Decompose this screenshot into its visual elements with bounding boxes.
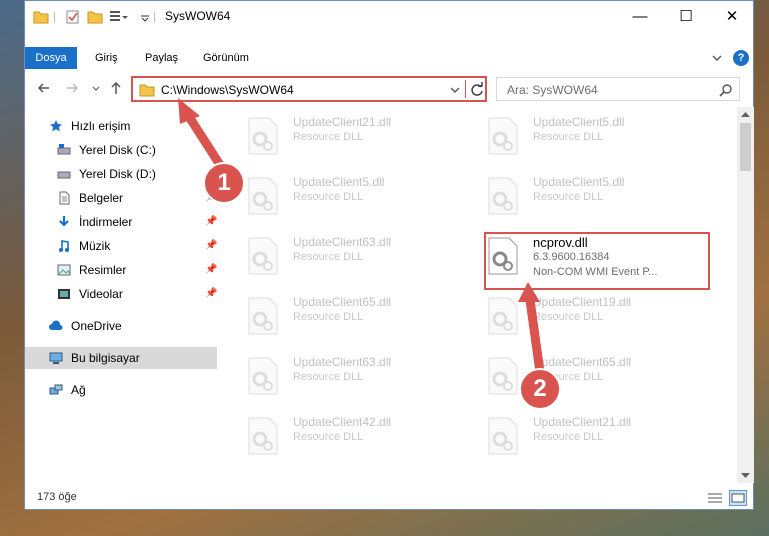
annotation-arrow-2 — [525, 295, 545, 377]
annotation-badge-1: 1 — [203, 162, 245, 204]
annotation-arrow-1 — [181, 107, 227, 173]
annotation-badge-2: 2 — [519, 368, 561, 410]
annotation-arrowhead-1 — [178, 98, 200, 124]
annotation-arrowhead-2 — [518, 282, 540, 302]
annotation-overlay — [178, 98, 545, 377]
